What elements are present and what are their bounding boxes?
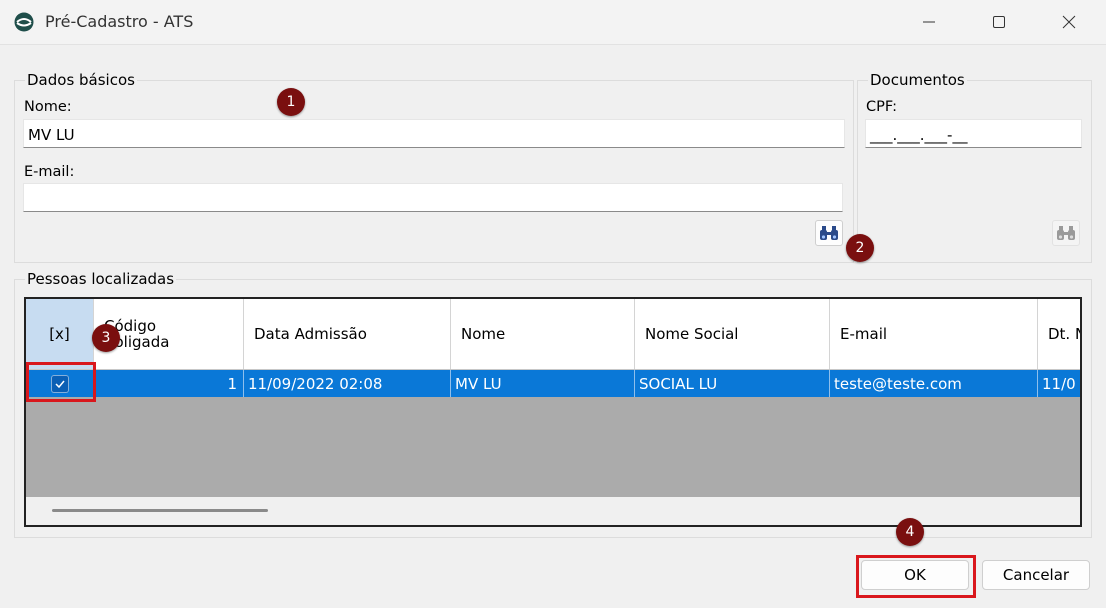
- step-marker-1: 1: [277, 88, 305, 116]
- cell-nome-social: SOCIAL LU: [635, 370, 830, 397]
- column-header-dt-nascimento[interactable]: Dt. N: [1038, 299, 1080, 369]
- column-header-select[interactable]: [x]: [26, 299, 94, 369]
- dados-basicos-legend: Dados básicos: [27, 71, 135, 89]
- table-row[interactable]: 1 11/09/2022 02:08 MV LU SOCIAL LU teste…: [26, 370, 1080, 397]
- dados-basicos-group: Dados básicos: [14, 71, 854, 263]
- close-button[interactable]: [1046, 0, 1092, 44]
- pessoas-localizadas-legend: Pessoas localizadas: [27, 270, 175, 288]
- cell-data-admissao: 11/09/2022 02:08: [244, 370, 451, 397]
- horizontal-scrollbar[interactable]: [26, 497, 1080, 525]
- binoculars-icon: [820, 226, 838, 240]
- minimize-icon: [923, 21, 935, 23]
- cpf-input[interactable]: ___.___.___-__: [865, 119, 1082, 148]
- nome-label: Nome:: [24, 99, 72, 115]
- ats-logo-icon: [14, 12, 34, 32]
- cancel-button[interactable]: Cancelar: [982, 560, 1090, 590]
- scrollbar-thumb[interactable]: [52, 509, 268, 512]
- step-marker-3: 3: [92, 324, 120, 352]
- cell-nome: MV LU: [451, 370, 635, 397]
- close-icon: [1062, 15, 1076, 29]
- step-marker-4: 4: [896, 518, 924, 546]
- minimize-button[interactable]: [906, 0, 952, 44]
- nome-input[interactable]: MV LU: [23, 119, 845, 148]
- maximize-button[interactable]: [976, 0, 1022, 44]
- column-header-data-admissao[interactable]: Data Admissão: [244, 299, 451, 369]
- highlight-ok-box: [856, 555, 976, 598]
- column-header-email[interactable]: E-mail: [830, 299, 1038, 369]
- email-label: E-mail:: [24, 164, 75, 180]
- cell-dt-nascimento: 11/0: [1038, 370, 1080, 397]
- column-header-nome-social[interactable]: Nome Social: [635, 299, 830, 369]
- documentos-legend: Documentos: [870, 71, 965, 89]
- binoculars-icon: [1057, 226, 1075, 240]
- window-title: Pré-Cadastro - ATS: [45, 12, 194, 31]
- step-marker-2: 2: [846, 234, 874, 262]
- maximize-icon: [993, 16, 1005, 28]
- search-cpf-button[interactable]: [1052, 220, 1080, 246]
- pessoas-grid[interactable]: [x] Código Coligada Data Admissão Nome N…: [24, 297, 1082, 527]
- cell-codigo-coligada: 1: [94, 370, 244, 397]
- title-bar: Pré-Cadastro - ATS: [0, 0, 1106, 45]
- cell-email: teste@teste.com: [830, 370, 1038, 397]
- cpf-label: CPF:: [866, 99, 897, 115]
- grid-header: [x] Código Coligada Data Admissão Nome N…: [26, 299, 1080, 370]
- search-person-button[interactable]: [815, 220, 843, 246]
- highlight-checkbox-box: [26, 362, 96, 402]
- email-input[interactable]: [23, 183, 843, 212]
- column-header-nome[interactable]: Nome: [451, 299, 635, 369]
